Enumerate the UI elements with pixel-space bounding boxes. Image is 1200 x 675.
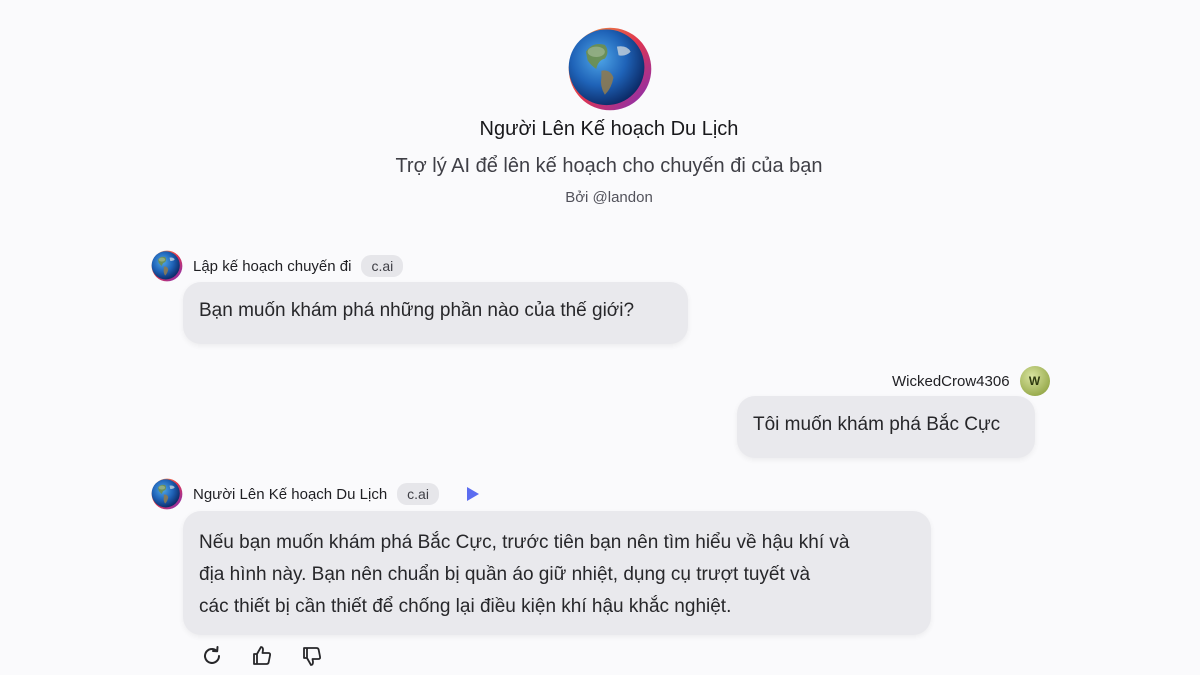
bot-message-header: Lập kế hoạch chuyến đi c.ai — [151, 250, 404, 282]
message-line: các thiết bị cần thiết để chống lại điều… — [199, 596, 732, 617]
message-text: Bạn muốn khám phá những phần nào của thế… — [199, 300, 635, 321]
bot-message-bubble: Nếu bạn muốn khám phá Bắc Cực, trước tiê… — [183, 511, 931, 635]
user-message-header: WickedCrow4306 W — [880, 366, 1050, 396]
cai-badge: c.ai — [397, 483, 439, 505]
avatar[interactable]: W — [1019, 366, 1050, 396]
sender-name: Người Lên Kế hoạch Du Lịch — [193, 485, 388, 503]
character-tagline: Trợ lý AI để lên kế hoạch cho chuyến đi … — [395, 155, 823, 177]
globe-icon — [567, 26, 653, 112]
thumbs-up-icon[interactable] — [250, 644, 274, 668]
message-actions — [200, 644, 324, 668]
user-message-bubble: Tôi muốn khám phá Bắc Cực — [737, 396, 1035, 458]
character-name: Người Lên Kế hoạch Du Lịch — [479, 118, 739, 140]
bot-message-bubble: Bạn muốn khám phá những phần nào của thế… — [183, 282, 688, 344]
cai-badge: c.ai — [361, 255, 404, 277]
message-line: địa hình này. Bạn nên chuẩn bị quần áo g… — [199, 564, 811, 585]
character-byline[interactable]: Bởi @landon — [0, 189, 1200, 206]
refresh-icon[interactable] — [200, 644, 224, 668]
globe-icon[interactable] — [151, 250, 183, 282]
globe-icon[interactable] — [151, 478, 183, 510]
play-icon[interactable] — [461, 483, 483, 505]
bot-message-header: Người Lên Kế hoạch Du Lịch c.ai — [151, 478, 483, 510]
sender-name: Lập kế hoạch chuyến đi — [193, 257, 352, 275]
sender-name: WickedCrow4306 — [892, 372, 1010, 390]
message-text: Tôi muốn khám phá Bắc Cực — [753, 414, 1001, 435]
message-line: Nếu bạn muốn khám phá Bắc Cực, trước tiê… — [199, 532, 850, 553]
thumbs-down-icon[interactable] — [300, 644, 324, 668]
avatar-letter: W — [1028, 374, 1041, 388]
